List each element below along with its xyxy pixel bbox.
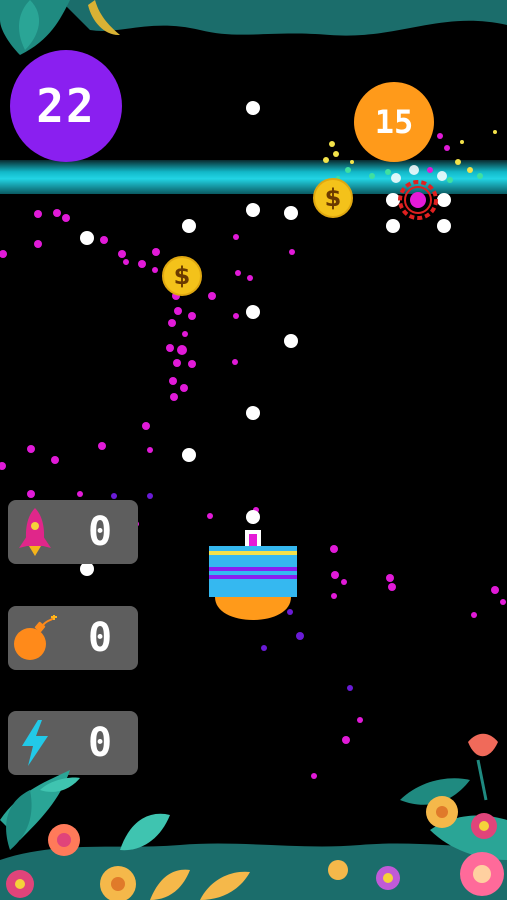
bottom-foliage-decoration — [0, 733, 507, 900]
flower-icon — [48, 824, 80, 856]
